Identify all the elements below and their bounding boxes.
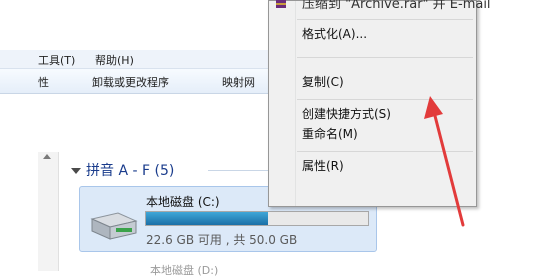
toolbar-map-network[interactable]: 映射网 xyxy=(222,74,255,90)
collapse-triangle-icon[interactable] xyxy=(71,168,81,174)
vertical-scrollbar[interactable] xyxy=(38,152,59,271)
drive-label: 本地磁盘 (C:) xyxy=(146,195,220,209)
toolbar-properties[interactable]: 性 xyxy=(38,74,49,90)
menu-separator xyxy=(297,57,473,58)
menu-separator xyxy=(297,19,473,20)
toolbar-uninstall[interactable]: 卸载或更改程序 xyxy=(92,74,169,90)
menu-separator xyxy=(297,151,473,152)
menu-bar: 工具(T) 帮助(H) xyxy=(0,50,268,69)
scroll-up-arrow-icon[interactable] xyxy=(43,154,51,159)
group-divider xyxy=(208,170,268,171)
menu-properties[interactable]: 属性(R) xyxy=(302,157,344,174)
menu-separator xyxy=(297,99,473,100)
command-bar: 性 卸载或更改程序 映射网 xyxy=(0,69,268,94)
menu-create-shortcut[interactable]: 创建快捷方式(S) xyxy=(302,105,391,122)
winrar-icon xyxy=(276,0,286,8)
menu-copy[interactable]: 复制(C) xyxy=(302,73,344,90)
menu-help[interactable]: 帮助(H) xyxy=(95,52,134,68)
next-drive-label: 本地磁盘 (D:) xyxy=(150,264,219,277)
group-header[interactable]: 拼音 A - F (5) xyxy=(86,160,174,180)
hard-drive-icon xyxy=(90,212,138,240)
context-menu-icon-column xyxy=(269,1,296,206)
drive-usage-fill xyxy=(146,212,268,225)
menu-rename[interactable]: 重命名(M) xyxy=(302,125,358,142)
drive-usage-bar xyxy=(145,211,369,226)
menu-compress-email[interactable]: 压缩到 "Archive.rar" 并 E-mail xyxy=(302,0,491,12)
context-menu: 压缩到 "Archive.rar" 并 E-mail 格式化(A)... 复制(… xyxy=(268,0,491,207)
menu-format[interactable]: 格式化(A)... xyxy=(302,25,367,42)
drive-size-text: 22.6 GB 可用 , 共 50.0 GB xyxy=(146,233,298,247)
menu-tools[interactable]: 工具(T) xyxy=(38,52,75,68)
